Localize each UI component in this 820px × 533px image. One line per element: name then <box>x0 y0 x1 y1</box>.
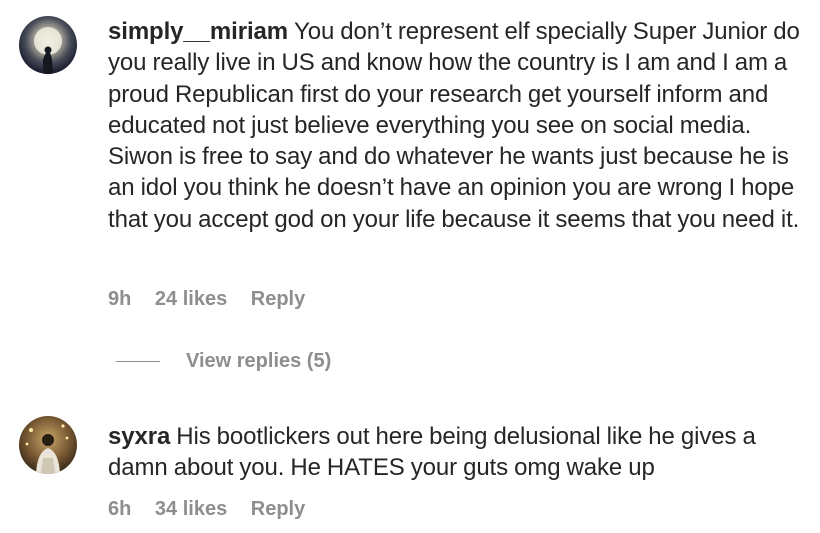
comment-username[interactable]: syxra <box>108 423 170 450</box>
avatar-person-image <box>19 416 77 474</box>
comment-time[interactable]: 6h <box>108 498 131 520</box>
avatar-moon-image <box>19 16 77 74</box>
view-replies-button[interactable]: View replies (5) <box>116 350 331 373</box>
divider-line <box>116 361 160 362</box>
comment-body: simply__miriam You don’t represent elf sp… <box>108 16 808 235</box>
comment-body: syxra His bootlickers out here being delu… <box>108 421 808 484</box>
view-replies-label: View replies (5) <box>186 350 332 372</box>
comment-text: You don’t represent elf specially Super … <box>108 18 800 233</box>
reply-button[interactable]: Reply <box>251 498 305 520</box>
comment-likes[interactable]: 24 likes <box>155 288 227 310</box>
comment-time[interactable]: 9h <box>108 288 131 310</box>
comment-meta: 9h 24 likes Reply <box>108 288 323 311</box>
avatar[interactable] <box>19 16 77 74</box>
comment-username[interactable]: simply__miriam <box>108 18 288 45</box>
comment-meta: 6h 34 likes Reply <box>108 498 323 521</box>
avatar[interactable] <box>19 416 77 474</box>
comment-text: His bootlickers out here being delusiona… <box>108 423 756 482</box>
reply-button[interactable]: Reply <box>251 288 305 310</box>
comment-likes[interactable]: 34 likes <box>155 498 227 520</box>
